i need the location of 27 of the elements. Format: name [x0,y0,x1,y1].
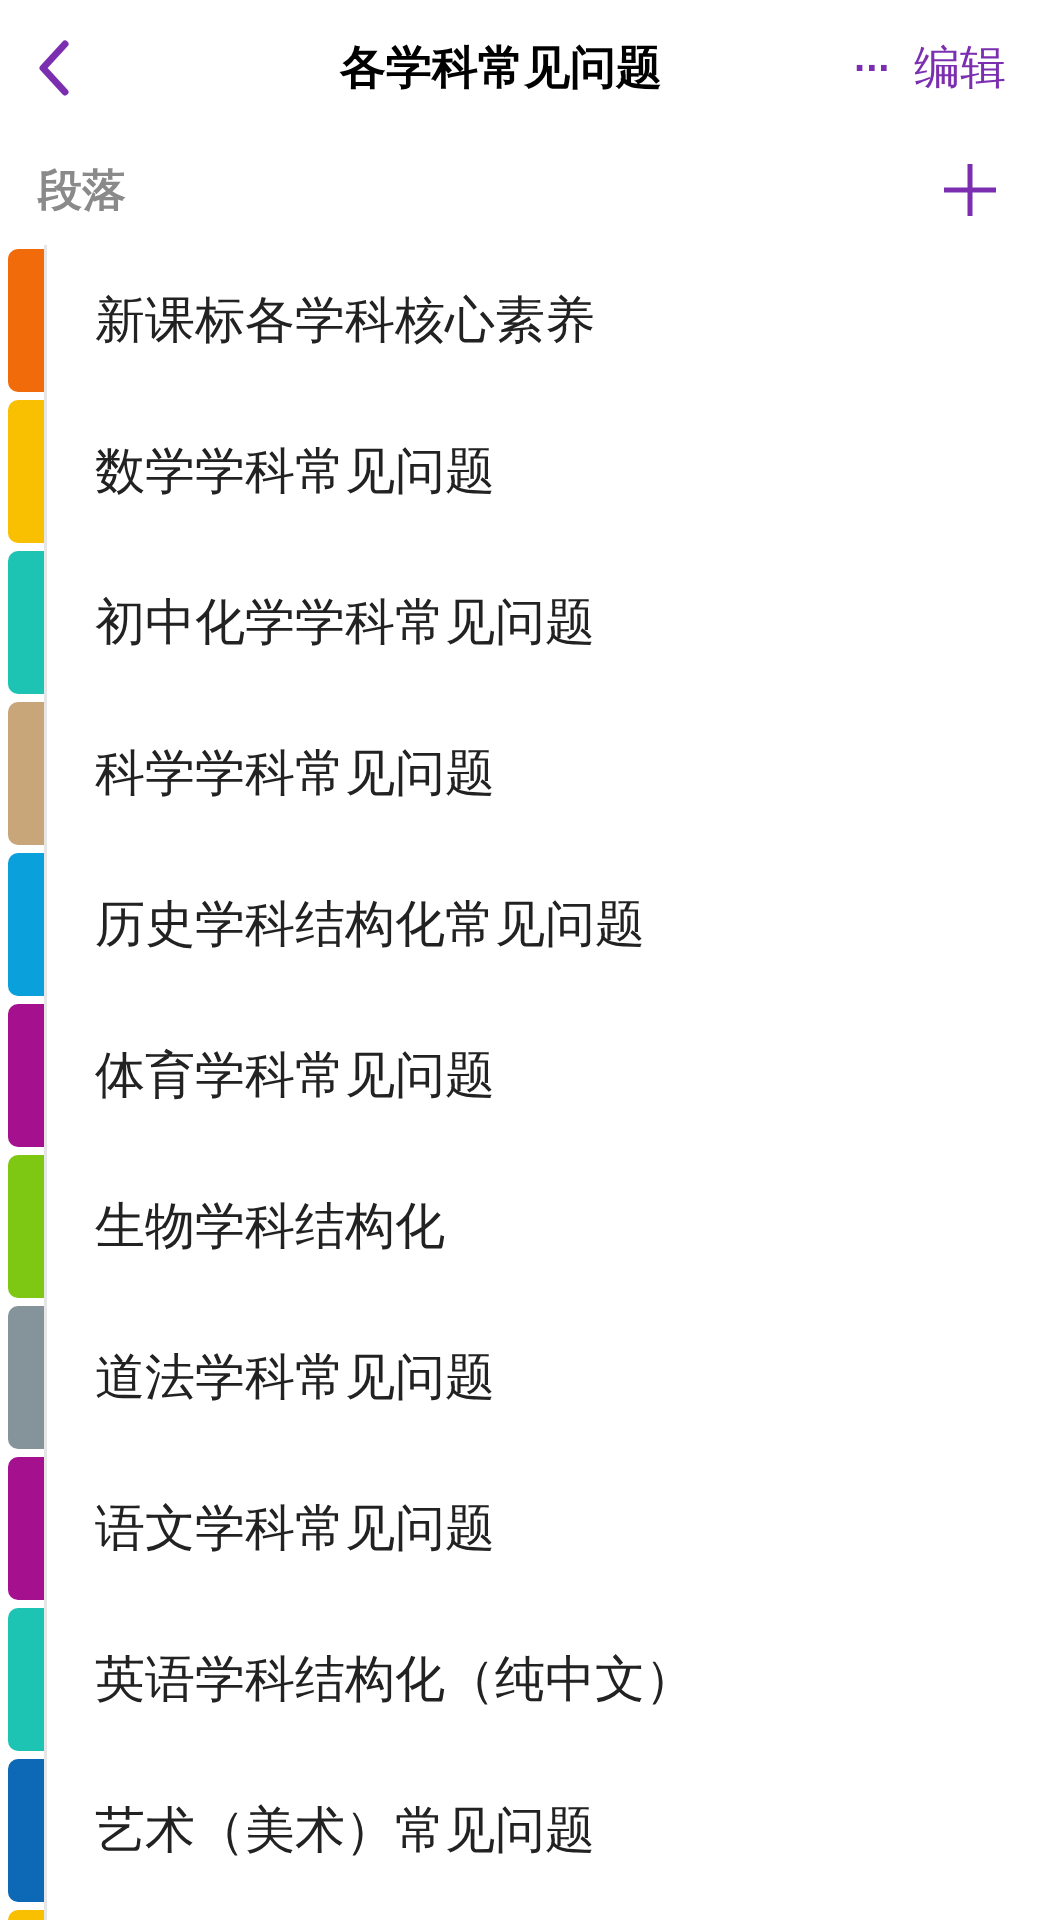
section-item[interactable]: 新课标各学科核心素养 [0,245,1038,396]
section-item[interactable]: 道法学科常见问题 [0,1302,1038,1453]
section-item[interactable]: 科学学科常见问题 [0,698,1038,849]
section-title: 新课标各学科核心素养 [95,290,595,351]
section-item[interactable]: 体育学科常见问题 [0,1000,1038,1151]
section-title: 道法学科常见问题 [95,1347,495,1408]
section-item[interactable]: 英语学科结构化（纯中文） [0,1604,1038,1755]
section-title: 生物学科结构化 [95,1196,445,1257]
section-title: 科学学科常见问题 [95,743,495,804]
section-title: 体育学科常见问题 [95,1045,495,1106]
section-title: 初中化学学科常见问题 [95,592,595,653]
section-item[interactable]: 数学学科常见问题 [0,396,1038,547]
more-button[interactable]: ··· [837,43,906,92]
page-title: 各学科常见问题 [338,39,662,96]
section-item[interactable]: 生物学科结构化 [0,1151,1038,1302]
section-item[interactable]: 艺术（美术）常见问题 [0,1755,1038,1906]
section-item[interactable]: 语文学科常见问题 [0,1453,1038,1604]
edit-button[interactable]: 编辑 [906,33,1014,102]
section-heading: 段落 [38,163,126,217]
back-icon [37,39,71,96]
section-title: 历史学科结构化常见问题 [95,894,645,955]
section-title: 艺术（美术）常见问题 [95,1800,595,1861]
section-item[interactable]: 历史学科结构化常见问题 [0,849,1038,1000]
section-title: 语文学科常见问题 [95,1498,495,1559]
section-item[interactable]: 初中化学学科常见问题 [0,547,1038,698]
section-title: 英语学科结构化（纯中文） [95,1649,695,1710]
section-title: 数学学科常见问题 [95,441,495,502]
